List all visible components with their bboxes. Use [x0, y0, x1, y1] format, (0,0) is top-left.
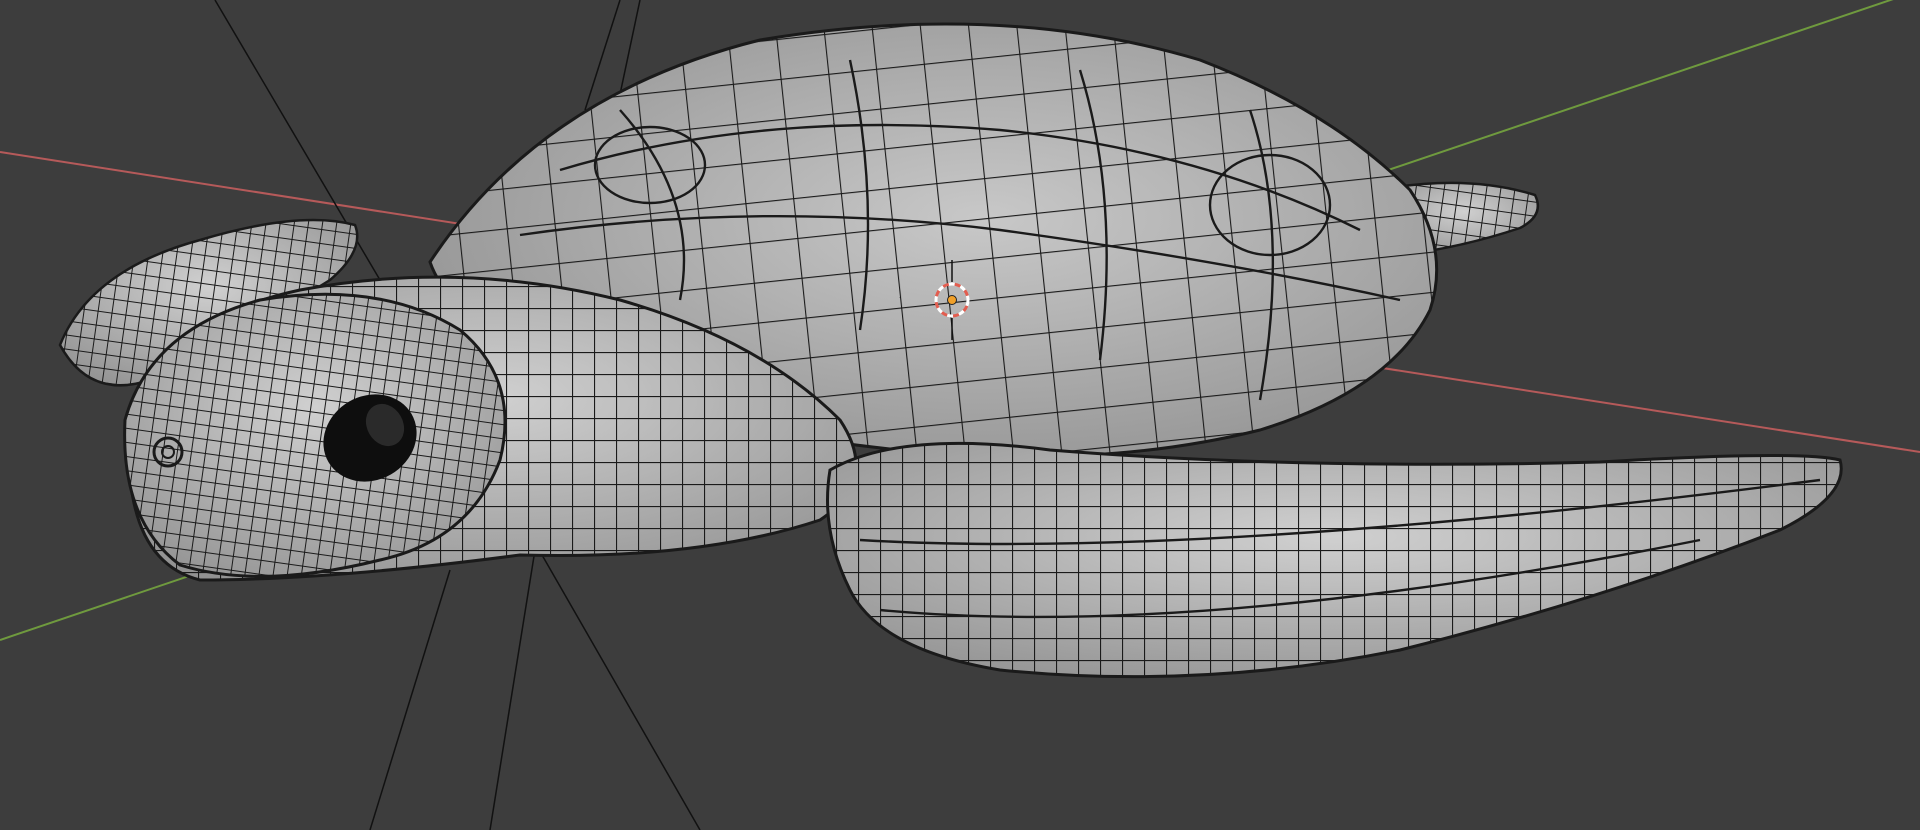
- viewport-canvas[interactable]: [0, 0, 1920, 830]
- object-origin-dot: [947, 295, 957, 305]
- 3d-viewport[interactable]: [0, 0, 1920, 830]
- front-flipper: [826, 441, 1843, 679]
